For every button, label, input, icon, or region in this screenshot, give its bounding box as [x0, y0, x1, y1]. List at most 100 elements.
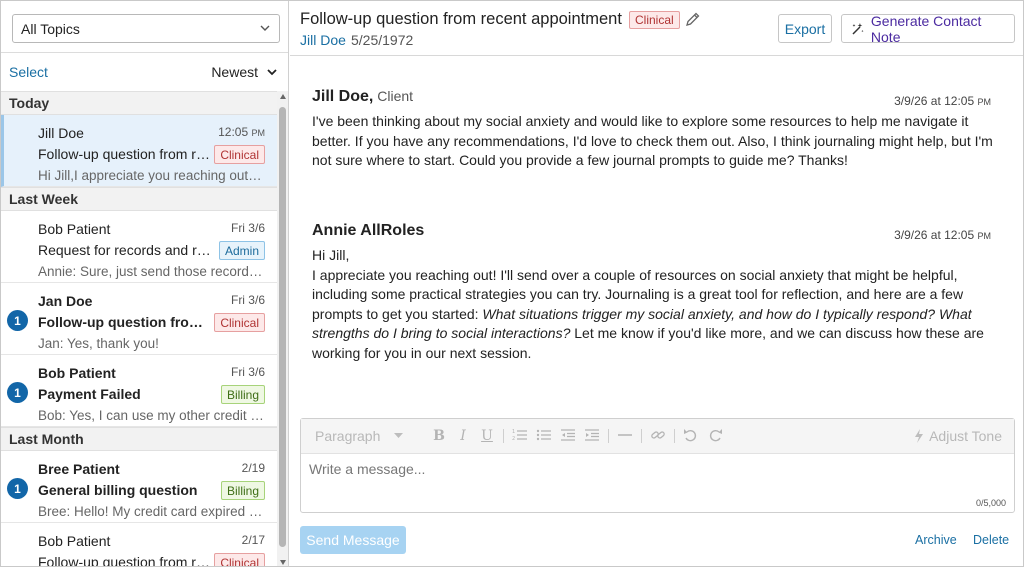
message-author-role: Client: [377, 88, 414, 104]
thread-item[interactable]: 1 Bree Patient 2/19 General billing questio…: [1, 451, 277, 523]
unread-count-badge: 1: [7, 478, 28, 499]
message-composer: Paragraph B I U 12 Adjust Tone Write a m…: [300, 418, 1015, 513]
lightning-icon: [915, 429, 924, 443]
thread-preview: Bob: Yes, I can use my other credit card: [38, 408, 264, 423]
divider: [1, 52, 288, 53]
thread-date: 12:05 PM: [218, 125, 265, 139]
scroll-up-arrow-icon[interactable]: [280, 94, 286, 99]
conversation-header: Follow-up question from recent appointme…: [290, 1, 1023, 56]
toolbar-divider: [674, 429, 675, 443]
thread-preview: Hi Jill,I appreciate you reaching out! I…: [38, 168, 264, 183]
character-count: 0/5,000: [975, 498, 1006, 508]
undo-icon[interactable]: [679, 428, 703, 445]
toolbar-divider: [641, 429, 642, 443]
sort-label: Newest: [211, 64, 258, 80]
generate-contact-note-button[interactable]: Generate Contact Note: [841, 12, 1015, 45]
thread-group-header: Last Week: [1, 187, 277, 211]
paragraph-style-select[interactable]: Paragraph: [315, 428, 427, 444]
sort-dropdown[interactable]: Newest: [211, 64, 278, 80]
thread-date: Fri 3/6: [230, 365, 265, 379]
link-icon[interactable]: [646, 428, 670, 445]
scroll-down-arrow-icon[interactable]: [280, 560, 286, 565]
thread-sender-name: Bob Patient: [38, 221, 111, 237]
thread-subject: Follow-up question from recent appointme…: [38, 146, 214, 162]
thread-date: Fri 3/6: [230, 293, 265, 307]
thread-sender-name: Bree Patient: [38, 461, 120, 477]
thread-preview: Bree: Hello! My credit card expired last…: [38, 504, 264, 519]
thread-subject: General billing question: [38, 482, 198, 498]
toolbar-divider: [608, 429, 609, 443]
message-paragraph: I appreciate you reaching out! I'll send…: [312, 266, 984, 361]
thread-preview: Jan: Yes, thank you!: [38, 336, 159, 351]
pencil-icon[interactable]: [685, 11, 701, 27]
outdent-icon[interactable]: [556, 428, 580, 445]
topic-badge: Clinical: [214, 145, 265, 164]
thread-item[interactable]: Bob Patient 2/17 Follow-up question from r…: [1, 523, 277, 567]
message: Annie AllRoles 3/9/26 at 12:05 PM Hi Jil…: [312, 222, 1008, 363]
numbered-list-icon[interactable]: 12: [508, 428, 532, 445]
message-input[interactable]: [301, 454, 1014, 494]
message-author: Jill Doe,: [312, 88, 374, 105]
delete-link[interactable]: Delete: [973, 533, 1009, 547]
thread-group-header: Today: [1, 91, 277, 115]
chevron-down-icon: [267, 69, 277, 76]
unread-count-badge: 1: [7, 310, 28, 331]
formatting-toolbar: Paragraph B I U 12 Adjust Tone: [301, 419, 1014, 454]
topic-badge: Admin: [218, 241, 265, 260]
thread-item[interactable]: Bob Patient Fri 3/6 Request for records an…: [1, 211, 277, 283]
message-thread: Jill Doe, Client 3/9/26 at 12:05 PM I've…: [290, 57, 1023, 412]
generate-contact-note-label: Generate Contact Note: [870, 12, 982, 45]
bulleted-list-icon[interactable]: [532, 428, 556, 445]
thread-list-scrollbar[interactable]: [277, 91, 288, 566]
conversation-pane: Follow-up question from recent appointme…: [290, 1, 1023, 566]
thread-item[interactable]: Jill Doe 12:05 PM Follow-up question from …: [1, 115, 277, 187]
thread-list: Today Jill Doe 12:05 PM Follow-up question …: [1, 91, 277, 567]
topic-badge: Billing: [220, 481, 265, 500]
thread-sender-name: Jill Doe: [38, 125, 84, 141]
thread-subject: Follow-up question from recent appointme…: [38, 314, 214, 330]
message-body: Hi Jill, I appreciate you reaching out! …: [312, 246, 1008, 363]
italic-button[interactable]: I: [451, 428, 475, 444]
caret-down-icon: [394, 433, 404, 438]
underline-button[interactable]: U: [475, 428, 499, 444]
archive-link[interactable]: Archive: [915, 533, 957, 547]
conversation-title: Follow-up question from recent appointme…: [300, 10, 622, 28]
client-dob: 5/25/1972: [351, 32, 414, 48]
topic-filter-value: All Topics: [21, 20, 80, 37]
scrollbar-thumb[interactable]: [279, 107, 286, 547]
thread-item[interactable]: 1 Bob Patient Fri 3/6 Payment Failed Billing…: [1, 355, 277, 427]
message-timestamp: 3/9/26 at 12:05 PM: [894, 94, 991, 108]
thread-list-pane: All Topics Select Newest Today Jill Doe 12…: [1, 1, 289, 567]
topic-badge: Clinical: [214, 553, 265, 566]
svg-text:1: 1: [512, 429, 515, 435]
thread-subject: Request for records and receipts: [38, 242, 214, 258]
thread-item[interactable]: 1 Jan Doe Fri 3/6 Follow-up question from r…: [1, 283, 277, 355]
thread-sender-name: Bob Patient: [38, 533, 111, 549]
magic-wand-icon: [852, 22, 864, 34]
adjust-tone-button[interactable]: Adjust Tone: [914, 428, 1002, 444]
select-link[interactable]: Select: [9, 64, 48, 80]
message-paragraph: I've been thinking about my social anxie…: [312, 113, 993, 168]
redo-icon[interactable]: [703, 428, 727, 445]
send-message-button[interactable]: Send Message: [300, 526, 406, 554]
topic-badge: Billing: [220, 385, 265, 404]
client-name-link[interactable]: Jill Doe: [300, 32, 346, 48]
horizontal-rule-icon[interactable]: [613, 428, 637, 445]
messaging-app: All Topics Select Newest Today Jill Doe 12…: [0, 0, 1024, 567]
unread-count-badge: 1: [7, 382, 28, 403]
thread-subject: Payment Failed: [38, 386, 141, 402]
indent-icon[interactable]: [580, 428, 604, 445]
topic-filter-select[interactable]: All Topics: [12, 14, 280, 43]
export-button[interactable]: Export: [778, 14, 832, 43]
thread-subject: Follow-up question from recent appointme…: [38, 554, 214, 567]
message: Jill Doe, Client 3/9/26 at 12:05 PM I've…: [312, 88, 1008, 171]
thread-sender-name: Bob Patient: [38, 365, 116, 381]
chevron-down-icon: [260, 25, 270, 31]
thread-group-header: Last Month: [1, 427, 277, 451]
toolbar-divider: [503, 429, 504, 443]
thread-date: 2/19: [241, 461, 265, 475]
bold-button[interactable]: B: [427, 428, 451, 444]
svg-text:2: 2: [512, 436, 515, 442]
message-body: I've been thinking about my social anxie…: [312, 112, 1008, 171]
topic-badge: Clinical: [214, 313, 265, 332]
